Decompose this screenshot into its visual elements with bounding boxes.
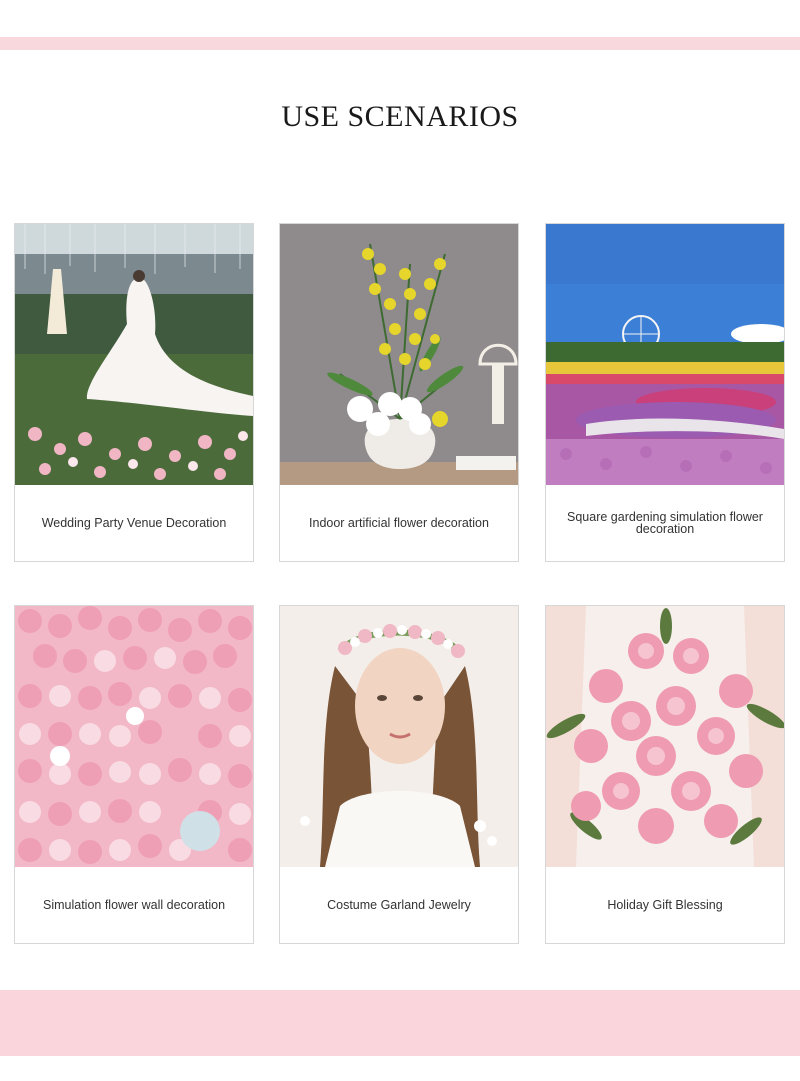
scenario-caption: Wedding Party Venue Decoration <box>41 516 227 530</box>
scenario-caption: Holiday Gift Blessing <box>607 898 723 912</box>
rose-wall-photo <box>15 606 253 867</box>
scenario-card-garden[interactable]: Square gardening simulation flower decor… <box>545 223 785 562</box>
scenario-caption: Costume Garland Jewelry <box>327 898 471 912</box>
scenario-card-indoor[interactable]: Indoor artificial flower decoration <box>279 223 519 562</box>
flower-garden-photo <box>546 224 784 485</box>
bottom-accent-band <box>0 990 800 1056</box>
scenario-caption: Square gardening simulation flower decor… <box>567 510 763 536</box>
top-accent-band <box>0 37 800 50</box>
scenario-caption: Simulation flower wall decoration <box>42 898 226 912</box>
scenario-card-wedding[interactable]: Wedding Party Venue Decoration <box>14 223 254 562</box>
scenario-caption: Indoor artificial flower decoration <box>309 516 489 530</box>
indoor-vase-photo <box>280 224 518 485</box>
section-title: USE SCENARIOS <box>281 100 519 133</box>
rose-bouquet-photo <box>546 606 784 867</box>
scenario-card-garland[interactable]: Costume Garland Jewelry <box>279 605 519 944</box>
scenario-card-gift[interactable]: Holiday Gift Blessing <box>545 605 785 944</box>
scenario-card-flower-wall[interactable]: Simulation flower wall decoration <box>14 605 254 944</box>
wedding-venue-photo <box>15 224 253 485</box>
flower-crown-photo <box>280 606 518 867</box>
